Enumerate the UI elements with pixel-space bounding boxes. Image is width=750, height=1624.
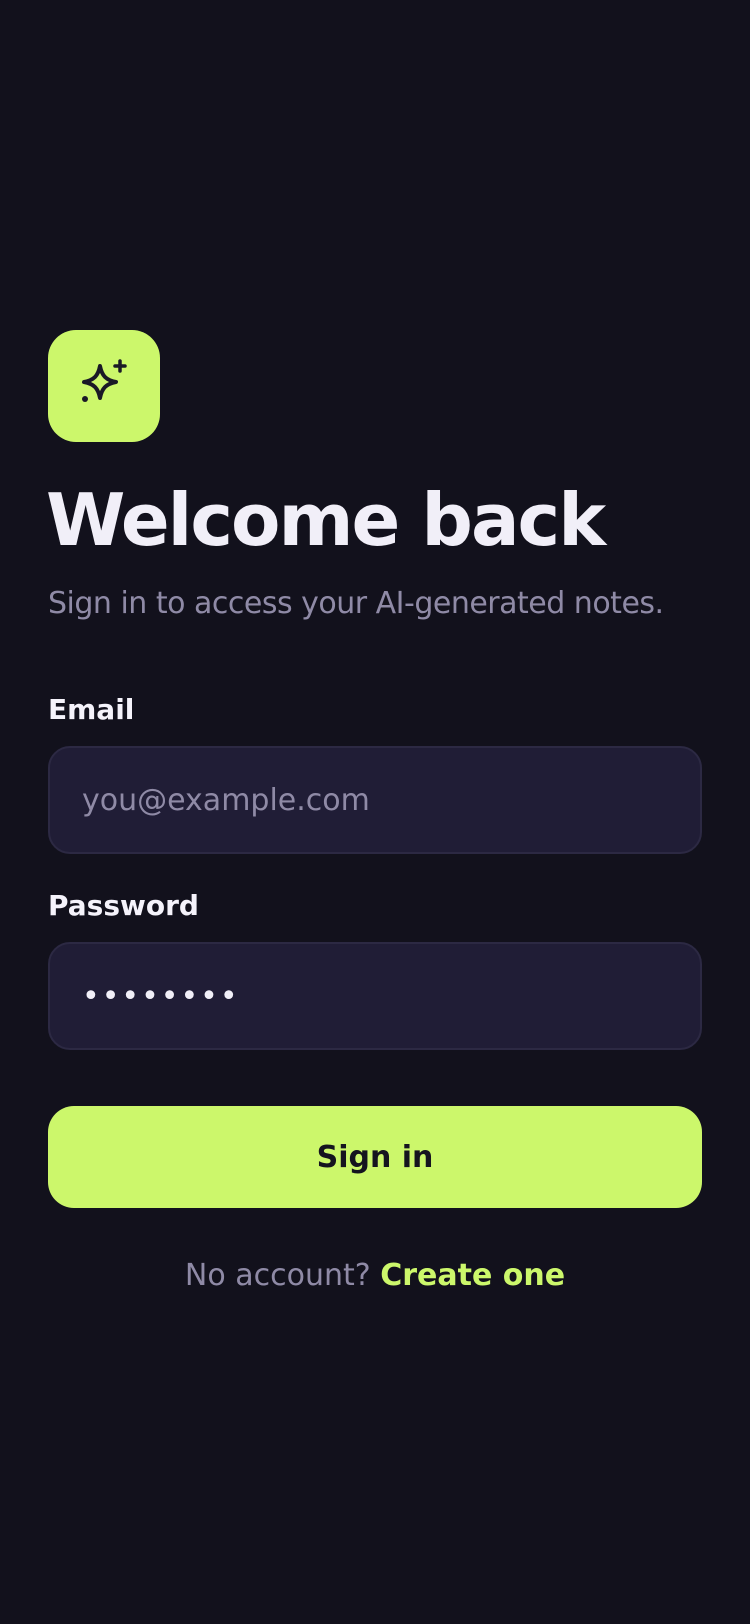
email-field[interactable] [48,746,702,854]
password-field[interactable] [48,942,702,1050]
sparkles-icon [82,359,127,402]
signup-prompt: No account? Create one [0,1256,750,1296]
email-label: Email [48,693,135,726]
page-title: Welcome back [46,478,606,562]
app-logo [48,330,160,442]
sign-in-button[interactable]: Sign in [48,1106,702,1208]
page-subtitle: Sign in to access your AI-generated note… [48,586,664,621]
signup-prompt-text: No account? [184,1258,371,1293]
password-label: Password [48,889,199,922]
create-account-link[interactable]: Create one [380,1258,565,1293]
sign-in-screen: Welcome back Sign in to access your AI-g… [0,0,750,1624]
